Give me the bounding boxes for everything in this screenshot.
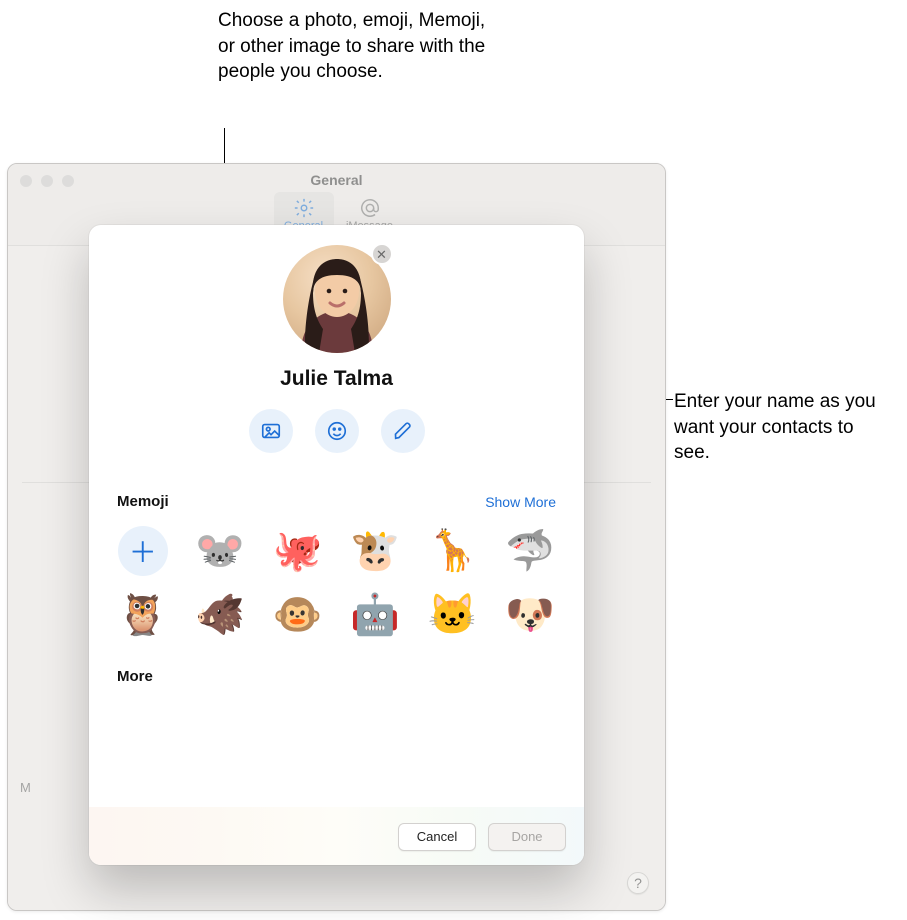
memoji-item[interactable]: 🦈 [505,526,555,576]
memoji-item[interactable]: 🐮 [350,526,400,576]
add-memoji-button[interactable]: ＋ [118,526,168,576]
memoji-item[interactable]: 🦒 [428,526,478,576]
share-name-photo-sheet: ✕ Julie Talma [89,225,584,865]
memoji-item[interactable]: 🤖 [350,590,400,640]
display-name-field[interactable]: Julie Talma [280,367,393,391]
choose-photo-button[interactable] [249,409,293,453]
memoji-item[interactable]: 🐶 [505,590,555,640]
sheet-footer: Cancel Done [89,807,584,865]
plus-icon: ＋ [129,531,157,571]
memoji-item[interactable]: 🐱 [428,590,478,640]
more-section: More [89,668,584,685]
memoji-item[interactable]: 🐵 [273,590,323,640]
sheet-content: ✕ Julie Talma [89,225,584,807]
memoji-item[interactable]: 🐭 [195,526,245,576]
cancel-button[interactable]: Cancel [398,823,476,851]
done-button[interactable]: Done [488,823,566,851]
memoji-item[interactable]: 🐗 [195,590,245,640]
smiley-icon [326,420,348,442]
memoji-item[interactable]: 🦉 [118,590,168,640]
memoji-section: Memoji Show More ＋ 🐭 🐙 🐮 🦒 🦈 🦉 🐗 🐵 🤖 🐱 🐶 [89,493,584,648]
avatar-container: ✕ [283,245,391,353]
profile-photo[interactable] [283,245,391,353]
image-source-buttons [249,409,425,453]
memoji-title: Memoji [117,493,169,510]
avatar-illustration [283,245,391,353]
photo-icon [260,420,282,442]
edit-button[interactable] [381,409,425,453]
memoji-header: Memoji Show More [117,493,556,510]
pencil-icon [392,420,414,442]
callout-choose-image: Choose a photo, emoji, Memoji, or other … [218,8,498,85]
choose-emoji-button[interactable] [315,409,359,453]
callout-enter-name: Enter your name as you want your contact… [674,389,884,466]
memoji-grid: ＋ 🐭 🐙 🐮 🦒 🦈 🦉 🐗 🐵 🤖 🐱 🐶 [117,520,556,648]
memoji-show-more[interactable]: Show More [485,494,556,510]
more-title: More [117,668,556,685]
memoji-item[interactable]: 🐙 [273,526,323,576]
